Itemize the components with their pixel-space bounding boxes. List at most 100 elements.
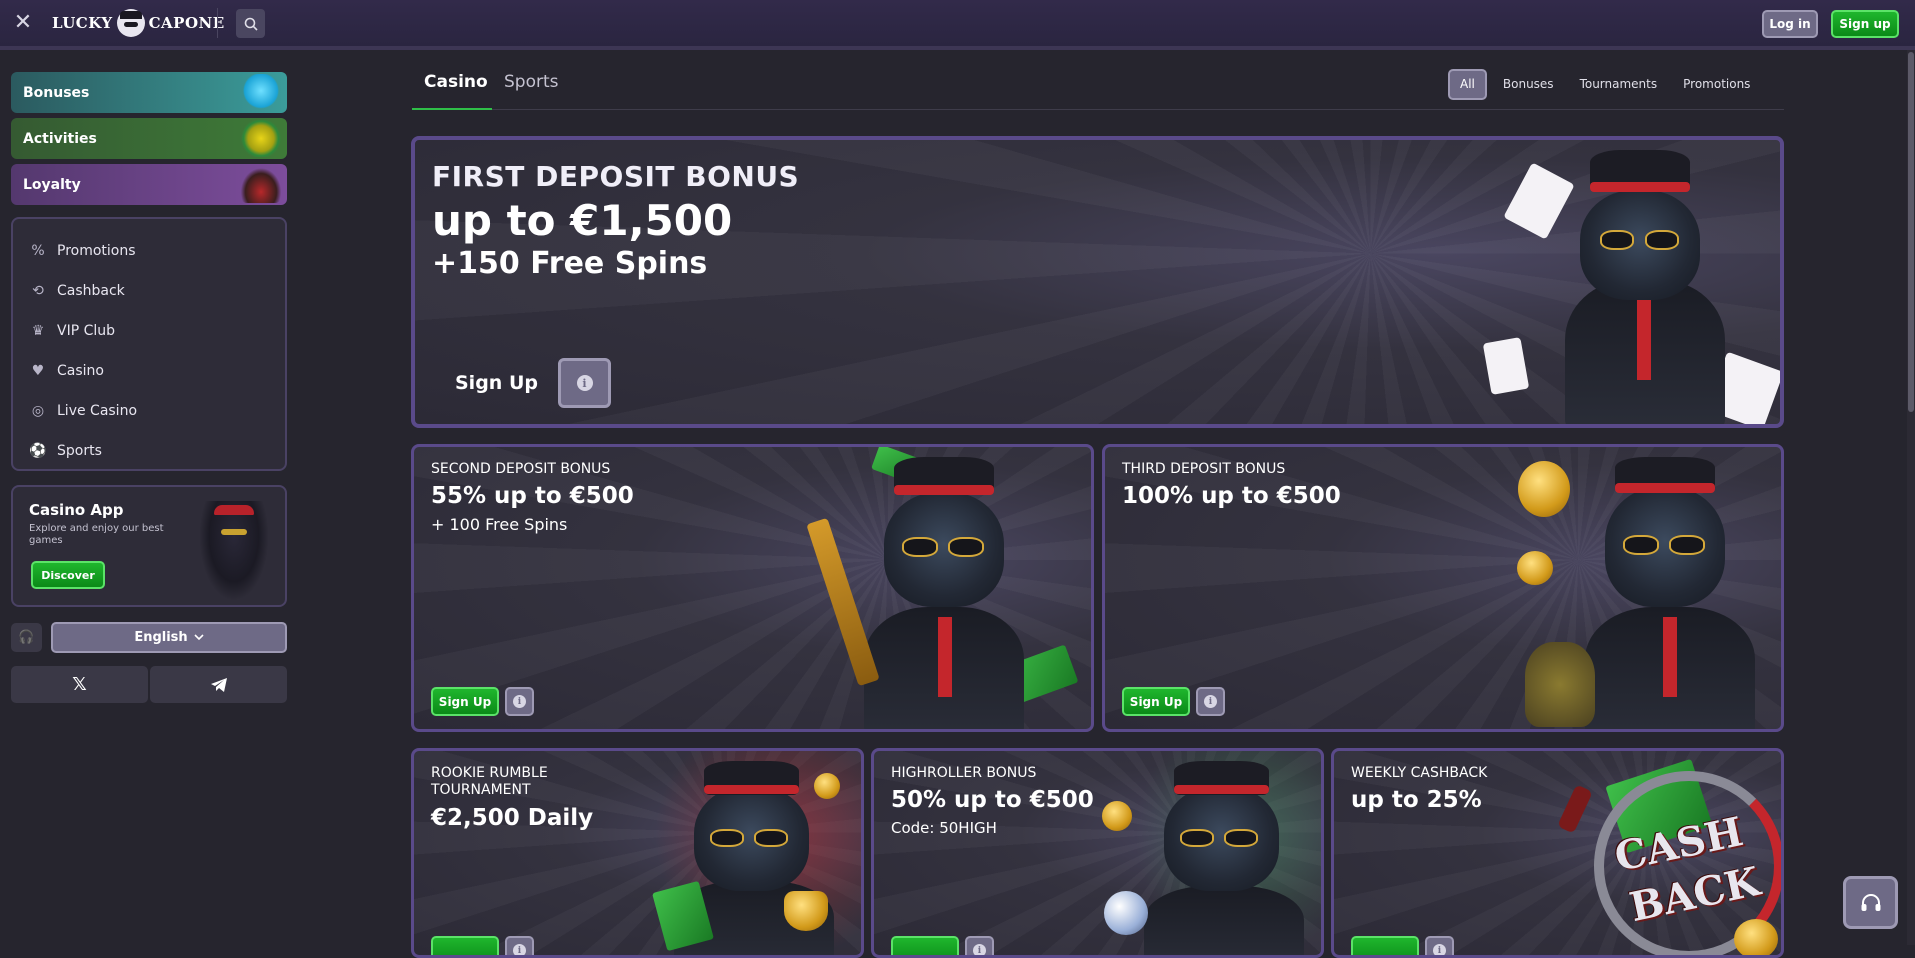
info-button[interactable]: i xyxy=(505,687,534,716)
info-button[interactable]: i xyxy=(505,936,534,955)
cashback-icon: ⟲ xyxy=(32,283,44,299)
telegram-plane-icon xyxy=(210,677,227,692)
sidebar-item-casino[interactable]: ♥ Casino xyxy=(13,351,285,391)
language-label: English xyxy=(134,630,188,645)
promo-card-highroller[interactable]: HIGHROLLER BONUS 50% up to €500 Code: 50… xyxy=(871,748,1324,958)
login-button[interactable]: Log in xyxy=(1762,10,1818,38)
gold-trophy-image xyxy=(784,891,828,931)
filter-all[interactable]: All xyxy=(1448,68,1487,100)
sidebar-item-label: VIP Club xyxy=(57,323,116,339)
mascot-image xyxy=(199,501,269,601)
promo-card-second-deposit[interactable]: SECOND DEPOSIT BONUS 55% up to €500 + 10… xyxy=(411,444,1094,732)
mascot-cat-image xyxy=(1545,150,1745,424)
close-icon[interactable]: ✕ xyxy=(12,12,34,34)
site-logo[interactable]: LUCKY CAPONE xyxy=(52,8,225,38)
card-extra: + 100 Free Spins xyxy=(431,515,568,534)
filter-promotions[interactable]: Promotions xyxy=(1673,69,1760,100)
info-icon: i xyxy=(513,944,526,955)
promo-card-weekly-cashback[interactable]: WEEKLY CASHBACK up to 25% i CASH BACK xyxy=(1331,748,1784,958)
sidebar-item-vip-club[interactable]: ♛ VIP Club xyxy=(13,311,285,351)
card-amount: up to 25% xyxy=(1351,787,1482,813)
card-title: FIRST DEPOSIT BONUS xyxy=(432,160,800,193)
info-icon: i xyxy=(1433,944,1446,955)
sidebar-item-label: Casino xyxy=(57,363,104,379)
sidebar-tile-label: Loyalty xyxy=(23,176,81,193)
claim-button[interactable] xyxy=(891,936,959,955)
casino-app-promo: Casino App Explore and enjoy our best ga… xyxy=(11,485,287,607)
discover-button[interactable]: Discover xyxy=(31,561,105,589)
support-chat-button[interactable] xyxy=(1843,876,1898,929)
scrollbar-thumb[interactable] xyxy=(1908,52,1914,412)
x-twitter-icon[interactable]: 𝕏 xyxy=(11,666,148,703)
card-amount: €2,500 Daily xyxy=(431,805,594,831)
card-title: HIGHROLLER BONUS xyxy=(891,765,1037,781)
sidebar-item-label: Live Casino xyxy=(57,403,138,419)
info-button[interactable]: i xyxy=(1425,936,1454,955)
card-amount: 50% up to €500 xyxy=(891,787,1094,813)
card-title: SECOND DEPOSIT BONUS xyxy=(431,461,611,477)
tab-casino[interactable]: Casino xyxy=(424,72,488,92)
casino-icon: ♥ xyxy=(31,363,45,379)
promo-code: Code: 50HIGH xyxy=(891,819,997,837)
dice-icon xyxy=(239,120,283,157)
logo-mask-icon xyxy=(116,9,145,37)
sidebar-tile-label: Bonuses xyxy=(23,84,90,101)
sidebar-item-sports[interactable]: ⚽ Sports xyxy=(13,431,285,471)
mascot-cat-image xyxy=(806,457,1064,729)
signup-button[interactable]: Sign up xyxy=(1831,10,1899,38)
card-amount: 55% up to €500 xyxy=(431,483,634,509)
card-amount: up to €1,500 xyxy=(432,196,733,245)
signup-link[interactable]: Sign Up xyxy=(455,372,538,394)
crown-icon: ♛ xyxy=(31,323,45,339)
promo-card-first-deposit[interactable]: FIRST DEPOSIT BONUS up to €1,500 +150 Fr… xyxy=(411,136,1784,428)
sidebar-item-promotions[interactable]: % Promotions xyxy=(13,231,285,271)
info-icon: i xyxy=(1204,695,1217,708)
filter-bonuses[interactable]: Bonuses xyxy=(1493,69,1564,100)
language-select[interactable]: English xyxy=(51,622,287,653)
join-button[interactable] xyxy=(431,936,499,955)
logo-text-left: LUCKY xyxy=(52,14,113,32)
info-icon: i xyxy=(513,695,526,708)
tab-sports[interactable]: Sports xyxy=(504,72,559,92)
header-divider xyxy=(217,8,218,38)
sidebar-tile-activities[interactable]: Activities xyxy=(11,118,287,159)
sidebar-item-label: Promotions xyxy=(57,243,136,259)
info-button[interactable]: i xyxy=(965,936,994,955)
promo-card-third-deposit[interactable]: THIRD DEPOSIT BONUS 100% up to €500 Sign… xyxy=(1102,444,1784,732)
sidebar-tile-bonuses[interactable]: Bonuses xyxy=(11,72,287,113)
top-header: ✕ LUCKY CAPONE Log in Sign up xyxy=(0,0,1915,50)
info-button[interactable]: i xyxy=(558,358,611,408)
card-amount: 100% up to €500 xyxy=(1122,483,1341,509)
chevron-down-icon xyxy=(194,634,204,641)
card-title: ROOKIE RUMBLE TOURNAMENT xyxy=(431,765,548,798)
mascot-cat-image xyxy=(1525,457,1775,729)
signup-button[interactable]: Sign Up xyxy=(1122,687,1190,716)
sidebar-item-cashback[interactable]: ⟲ Cashback xyxy=(13,271,285,311)
mascot-cat-image xyxy=(1104,761,1321,955)
sidebar-item-live-casino[interactable]: ◎ Live Casino xyxy=(13,391,285,431)
info-icon: i xyxy=(973,944,986,955)
sidebar-menu: % Promotions ⟲ Cashback ♛ VIP Club ♥ Cas… xyxy=(11,217,287,471)
filter-tournaments[interactable]: Tournaments xyxy=(1570,69,1668,100)
gold-coin-image xyxy=(814,773,840,799)
live-casino-icon: ◎ xyxy=(31,403,45,419)
headset-icon[interactable]: 🎧 xyxy=(11,623,42,652)
info-button[interactable]: i xyxy=(1196,687,1225,716)
claim-button[interactable] xyxy=(1351,936,1419,955)
promo-card-rookie-tournament[interactable]: ROOKIE RUMBLE TOURNAMENT €2,500 Daily i xyxy=(411,748,864,958)
search-button[interactable] xyxy=(236,9,265,38)
signup-button[interactable]: Sign Up xyxy=(431,687,499,716)
sidebar-item-label: Cashback xyxy=(57,283,125,299)
percent-icon: % xyxy=(31,243,45,259)
sidebar-tile-label: Activities xyxy=(23,130,97,147)
filter-bar: All Bonuses Tournaments Promotions xyxy=(1448,68,1760,100)
tabs-divider xyxy=(412,109,1784,110)
telegram-icon[interactable] xyxy=(150,666,287,703)
sports-ball-icon: ⚽ xyxy=(29,443,47,459)
fedora-hat-icon xyxy=(239,166,283,203)
card-extra: +150 Free Spins xyxy=(432,246,708,281)
sidebar-item-label: Sports xyxy=(57,443,102,459)
sidebar-tile-loyalty[interactable]: Loyalty xyxy=(11,164,287,205)
app-description: Explore and enjoy our best games xyxy=(29,523,164,546)
gold-coin-image xyxy=(1734,919,1778,955)
